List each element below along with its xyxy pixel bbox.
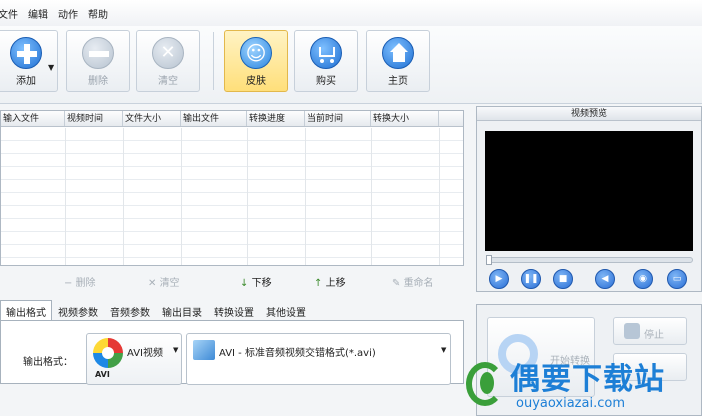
delete-button[interactable]: 删除 <box>66 30 130 92</box>
format-category-value: AVI视频 <box>127 348 163 359</box>
grid-line <box>181 128 182 265</box>
grid-line <box>439 128 440 265</box>
grid-line <box>65 128 66 265</box>
snapshot-icon[interactable]: ◉ <box>633 269 653 289</box>
seek-handle[interactable] <box>486 255 492 265</box>
smiley-icon: ☺ <box>240 37 272 69</box>
open-folder-icon[interactable]: ▭ <box>667 269 687 289</box>
col-current-time[interactable]: 当前时间 <box>305 111 371 126</box>
pause-icon[interactable]: ❚❚ <box>521 269 541 289</box>
output-format-panel: 输出格式： AVI AVI视频 ▼ AVI - 标准音频视频交错格式(*.avi… <box>0 320 464 385</box>
output-format-label: 输出格式： <box>23 357 73 368</box>
tab-convert-settings[interactable]: 转换设置 <box>208 300 260 320</box>
menu-help[interactable]: 帮助 <box>88 6 108 21</box>
video-file-icon <box>193 340 215 360</box>
rename-button[interactable]: ✎ 重命名 <box>392 274 434 289</box>
menu-file[interactable]: 文件 <box>0 6 18 21</box>
col-progress[interactable]: 转换进度 <box>247 111 305 126</box>
stop-icon <box>624 323 640 339</box>
plus-icon <box>10 37 42 69</box>
avi-format-icon <box>93 338 123 368</box>
tab-audio-params[interactable]: 音频参数 <box>104 300 156 320</box>
format-detail-value: AVI - 标准音频视频交错格式(*.avi) <box>219 348 376 359</box>
avi-badge: AVI <box>95 370 110 379</box>
menu-bar: 文件 编辑 动作 帮助 <box>0 0 702 26</box>
col-converted-size[interactable]: 转换大小 <box>371 111 439 126</box>
menu-edit[interactable]: 编辑 <box>28 6 48 21</box>
file-list-header: 输入文件 视频时间 文件大小 输出文件 转换进度 当前时间 转换大小 <box>1 111 463 127</box>
format-detail-select[interactable]: AVI - 标准音频视频交错格式(*.avi) ▼ <box>186 333 451 385</box>
list-actions: − 删除 ✕ 清空 ↓ 下移 ↑ 上移 ✎ 重命名 <box>0 268 464 292</box>
home-button[interactable]: 主页 <box>366 30 430 92</box>
move-up-button[interactable]: ↑ 上移 <box>314 274 346 289</box>
col-video-time[interactable]: 视频时间 <box>65 111 123 126</box>
clear-button[interactable]: ✕ 清空 <box>136 30 200 92</box>
tab-output-format[interactable]: 输出格式 <box>0 300 52 320</box>
watermark-title: 偶要下载站 <box>510 362 665 397</box>
play-icon[interactable]: ▶ <box>489 269 509 289</box>
col-file-size[interactable]: 文件大小 <box>123 111 181 126</box>
watermark: 偶要下载站 ouyaoxiazai.com <box>458 352 702 416</box>
toolbar: 添加 ▼ 删除 ✕ 清空 ☺ 皮肤 购买 主页 <box>0 26 702 104</box>
preview-title: 视频预览 <box>477 107 701 121</box>
toolbar-divider <box>213 32 214 90</box>
file-list[interactable]: 输入文件 视频时间 文件大小 输出文件 转换进度 当前时间 转换大小 <box>0 110 464 266</box>
grid-line <box>247 128 248 265</box>
list-clear-button[interactable]: ✕ 清空 <box>148 274 180 289</box>
x-icon: ✕ <box>152 37 184 69</box>
menu-action[interactable]: 动作 <box>58 6 78 21</box>
chevron-down-icon: ▼ <box>173 346 179 354</box>
settings-tabs: 输出格式 视频参数 音频参数 输出目录 转换设置 其他设置 <box>0 300 312 320</box>
file-list-body[interactable] <box>1 128 463 265</box>
list-delete-button[interactable]: − 删除 <box>64 274 96 289</box>
seek-slider[interactable] <box>486 255 693 265</box>
stop-icon[interactable]: ■ <box>553 269 573 289</box>
video-preview-panel: 视频预览 ▶ ❚❚ ■ ◀ ◉ ▭ <box>476 106 702 292</box>
volume-icon[interactable]: ◀ <box>595 269 615 289</box>
add-button[interactable]: 添加 ▼ <box>0 30 58 92</box>
stop-button[interactable]: 停止 <box>613 317 687 345</box>
buy-button[interactable]: 购买 <box>294 30 358 92</box>
grid-line <box>371 128 372 265</box>
tab-video-params[interactable]: 视频参数 <box>52 300 104 320</box>
preview-screen <box>485 131 693 251</box>
add-dropdown-arrow[interactable]: ▼ <box>48 63 54 72</box>
skin-button[interactable]: ☺ 皮肤 <box>224 30 288 92</box>
grid-line <box>305 128 306 265</box>
tab-other-settings[interactable]: 其他设置 <box>260 300 312 320</box>
watermark-url: ouyaoxiazai.com <box>516 396 625 411</box>
move-down-button[interactable]: ↓ 下移 <box>240 274 272 289</box>
tab-output-dir[interactable]: 输出目录 <box>156 300 208 320</box>
grid-line <box>123 128 124 265</box>
home-icon <box>382 37 414 69</box>
col-input-file[interactable]: 输入文件 <box>1 111 65 126</box>
up-arrow-icon: ↑ <box>314 278 323 289</box>
chevron-down-icon: ▼ <box>441 346 447 354</box>
minus-icon <box>82 37 114 69</box>
format-category-select[interactable]: AVI AVI视频 ▼ <box>86 333 182 385</box>
down-arrow-icon: ↓ <box>240 278 249 289</box>
watermark-logo-icon <box>462 356 506 412</box>
cart-icon <box>310 37 342 69</box>
col-output-file[interactable]: 输出文件 <box>181 111 247 126</box>
